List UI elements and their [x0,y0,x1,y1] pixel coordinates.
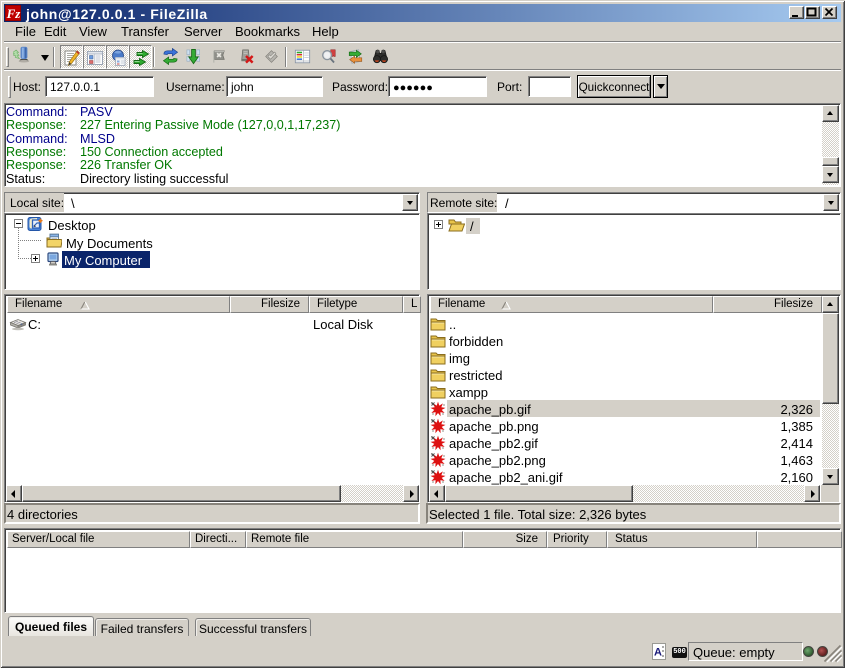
svg-text:Fz: Fz [6,6,21,21]
svg-text:A: A [654,647,662,659]
